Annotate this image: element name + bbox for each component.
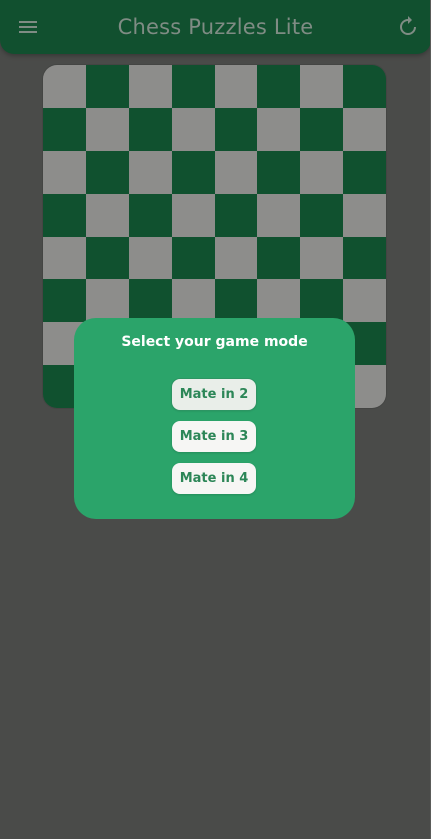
board-square[interactable]	[43, 65, 86, 108]
board-square[interactable]	[257, 107, 301, 151]
board-square[interactable]	[85, 65, 129, 108]
board-square[interactable]	[43, 279, 86, 323]
reload-icon[interactable]	[397, 15, 419, 39]
board-square[interactable]	[128, 193, 172, 237]
board-square[interactable]	[343, 107, 386, 151]
board-square[interactable]	[214, 65, 258, 108]
board-square[interactable]	[300, 65, 344, 108]
dialog-title: Select your game mode	[121, 334, 308, 350]
board-square[interactable]	[257, 279, 301, 323]
board-square[interactable]	[85, 193, 129, 237]
board-square[interactable]	[343, 193, 386, 237]
board-square[interactable]	[257, 193, 301, 237]
board-square[interactable]	[300, 107, 344, 151]
mate-in-3-button[interactable]: Mate in 3	[172, 421, 256, 452]
board-square[interactable]	[128, 65, 172, 108]
board-square[interactable]	[257, 150, 301, 194]
board-square[interactable]	[85, 279, 129, 323]
game-mode-dialog: Select your game mode Mate in 2 Mate in …	[74, 318, 355, 519]
board-square[interactable]	[300, 193, 344, 237]
board-square[interactable]	[300, 279, 344, 323]
board-square[interactable]	[128, 107, 172, 151]
board-square[interactable]	[214, 150, 258, 194]
board-square[interactable]	[343, 279, 386, 323]
board-square[interactable]	[343, 236, 386, 280]
board-square[interactable]	[171, 279, 215, 323]
board-square[interactable]	[171, 236, 215, 280]
app-bar: Chess Puzzles Lite	[0, 0, 431, 54]
board-square[interactable]	[300, 236, 344, 280]
board-square[interactable]	[214, 236, 258, 280]
board-square[interactable]	[214, 193, 258, 237]
board-square[interactable]	[85, 236, 129, 280]
board-square[interactable]	[257, 236, 301, 280]
board-square[interactable]	[128, 279, 172, 323]
board-square[interactable]	[214, 279, 258, 323]
board-square[interactable]	[128, 236, 172, 280]
board-square[interactable]	[171, 193, 215, 237]
board-square[interactable]	[300, 150, 344, 194]
board-square[interactable]	[43, 193, 86, 237]
board-square[interactable]	[43, 150, 86, 194]
board-square[interactable]	[171, 65, 215, 108]
board-square[interactable]	[343, 150, 386, 194]
board-square[interactable]	[43, 107, 86, 151]
board-square[interactable]	[43, 236, 86, 280]
board-square[interactable]	[128, 150, 172, 194]
board-square[interactable]	[171, 150, 215, 194]
mate-in-4-button[interactable]: Mate in 4	[172, 463, 256, 494]
board-square[interactable]	[343, 65, 386, 108]
app-title: Chess Puzzles Lite	[117, 15, 314, 39]
mate-in-2-button[interactable]: Mate in 2	[172, 379, 256, 410]
board-square[interactable]	[85, 107, 129, 151]
board-square[interactable]	[257, 65, 301, 108]
board-square[interactable]	[214, 107, 258, 151]
board-square[interactable]	[85, 150, 129, 194]
board-square[interactable]	[171, 107, 215, 151]
